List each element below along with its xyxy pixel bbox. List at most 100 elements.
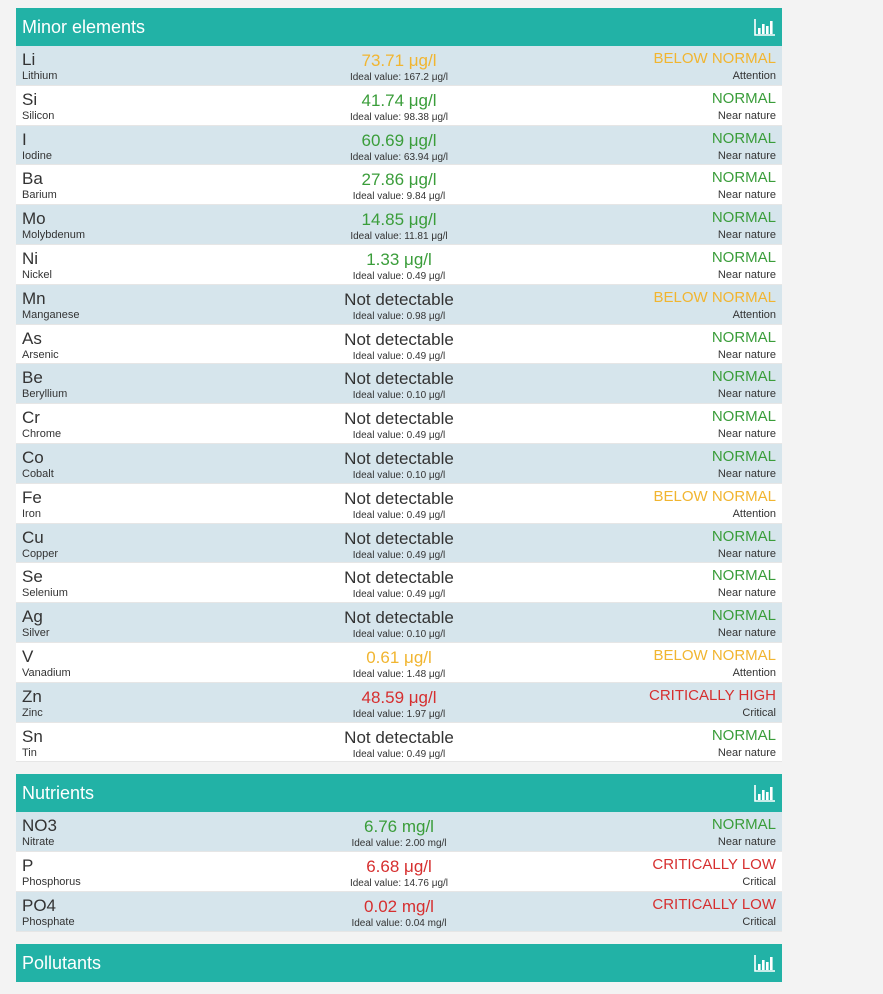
element-name: Tin bbox=[22, 746, 37, 759]
element-name: Cobalt bbox=[22, 467, 54, 480]
measured-value: 48.59 μg/l bbox=[361, 687, 437, 707]
element-name: Phosphate bbox=[22, 915, 75, 928]
table-row[interactable]: I Iodine 60.69 μg/l Ideal value: 63.94 μg/l… bbox=[16, 125, 782, 166]
ideal-value: Ideal value: 0.49 μg/l bbox=[352, 350, 446, 362]
ideal-value: Ideal value: 0.49 μg/l bbox=[352, 748, 446, 760]
element-symbol: Mn bbox=[22, 288, 46, 308]
measured-value: 0.02 mg/l bbox=[364, 896, 434, 916]
status-note: Near nature bbox=[717, 587, 776, 600]
element-symbol: Ag bbox=[22, 607, 43, 627]
status-label: NORMAL bbox=[711, 607, 776, 625]
element-symbol: NO3 bbox=[22, 816, 57, 836]
measured-value: 60.69 μg/l bbox=[361, 130, 437, 150]
table-row[interactable]: Ni Nickel 1.33 μg/l Ideal value: 0.49 μg/l N… bbox=[16, 244, 782, 285]
status-label: NORMAL bbox=[711, 447, 776, 465]
status-note: Near nature bbox=[717, 547, 776, 560]
element-symbol: As bbox=[22, 328, 42, 348]
status-label: NORMAL bbox=[711, 726, 776, 744]
table-row[interactable]: Ag Silver Not detectable Ideal value: 0.10 … bbox=[16, 603, 782, 643]
ideal-value: Ideal value: 0.49 μg/l bbox=[352, 589, 446, 601]
bar-chart-icon[interactable] bbox=[754, 954, 776, 972]
ideal-value: Ideal value: 11.81 μg/l bbox=[350, 231, 448, 243]
ideal-value: Ideal value: 2.00 mg/l bbox=[351, 838, 447, 850]
table-row[interactable]: PO4 Phosphate 0.02 mg/l Ideal value: 0.04 m… bbox=[16, 891, 782, 932]
element-symbol: Si bbox=[22, 89, 38, 109]
bar-chart-icon[interactable] bbox=[754, 18, 776, 36]
status-label: NORMAL bbox=[711, 248, 776, 266]
measured-value: Not detectable bbox=[344, 329, 454, 349]
element-symbol: Ba bbox=[22, 169, 43, 189]
status-label: CRITICALLY HIGH bbox=[649, 686, 776, 704]
measured-value: Not detectable bbox=[344, 289, 454, 309]
status-note: Near nature bbox=[717, 268, 776, 281]
measured-value: 41.74 μg/l bbox=[361, 90, 437, 110]
element-name: Zinc bbox=[22, 706, 43, 719]
status-note: Near nature bbox=[717, 836, 776, 849]
status-label: NORMAL bbox=[711, 209, 776, 227]
ideal-value: Ideal value: 0.49 μg/l bbox=[352, 270, 446, 282]
table-row[interactable]: NO3 Nitrate 6.76 mg/l Ideal value: 2.00 mg/… bbox=[16, 812, 782, 853]
table-row[interactable]: Mo Molybdenum 14.85 μg/l Ideal value: 11.81… bbox=[16, 205, 782, 245]
ideal-value: Ideal value: 1.48 μg/l bbox=[352, 668, 446, 680]
bar-chart-icon[interactable] bbox=[754, 784, 776, 803]
measured-value: 27.86 μg/l bbox=[361, 170, 437, 190]
ideal-value: Ideal value: 63.94 μg/l bbox=[349, 151, 449, 163]
measured-value: Not detectable bbox=[344, 528, 454, 548]
section-header: Minor elements bbox=[16, 8, 782, 46]
status-label: BELOW NORMAL bbox=[653, 50, 776, 67]
table-row[interactable]: Li Lithium 73.71 μg/l Ideal value: 167.2 μg… bbox=[16, 46, 782, 86]
element-name: Molybdenum bbox=[22, 229, 85, 242]
element-symbol: Fe bbox=[22, 487, 42, 507]
element-symbol: Ni bbox=[22, 248, 39, 268]
table-row[interactable]: Si Silicon 41.74 μg/l Ideal value: 98.38 μg… bbox=[16, 85, 782, 126]
table-row[interactable]: Fe Iron Not detectable Ideal value: 0.49 μg… bbox=[16, 483, 782, 524]
ideal-value: Ideal value: 0.04 mg/l bbox=[351, 917, 447, 929]
status-label: NORMAL bbox=[711, 567, 776, 585]
status-note: Attention bbox=[732, 308, 776, 321]
table-row[interactable]: As Arsenic Not detectable Ideal value: 0.49… bbox=[16, 324, 782, 365]
element-name: Iron bbox=[22, 507, 41, 520]
element-name: Vanadium bbox=[22, 666, 71, 679]
element-name: Barium bbox=[22, 189, 57, 202]
table-row[interactable]: V Vanadium 0.61 μg/l Ideal value: 1.48 μg/l… bbox=[16, 642, 782, 683]
table-row[interactable]: Se Selenium Not detectable Ideal value: 0.4… bbox=[16, 563, 782, 604]
status-note: Near nature bbox=[717, 229, 776, 242]
section-minor-elements: Minor elements Li Lithium 73.71 μg/l Ideal v… bbox=[16, 8, 782, 763]
table-row[interactable]: Co Cobalt Not detectable Ideal value: 0.10 … bbox=[16, 443, 782, 484]
element-symbol: V bbox=[22, 646, 34, 666]
status-label: CRITICALLY LOW bbox=[652, 856, 776, 874]
status-label: BELOW NORMAL bbox=[653, 487, 776, 505]
ideal-value: Ideal value: 0.98 μg/l bbox=[352, 310, 446, 322]
element-name: Arsenic bbox=[22, 348, 59, 361]
table-row[interactable]: Zn Zinc 48.59 μg/l Ideal value: 1.97 μg/l CR… bbox=[16, 682, 782, 723]
element-name: Copper bbox=[22, 547, 59, 560]
status-note: Near nature bbox=[717, 428, 776, 441]
element-name: Nitrate bbox=[22, 836, 55, 849]
measured-value: 6.76 mg/l bbox=[364, 817, 434, 837]
table-row[interactable]: Cu Copper Not detectable Ideal value: 0.49 … bbox=[16, 523, 782, 564]
status-label: BELOW NORMAL bbox=[653, 288, 776, 306]
element-symbol: Cr bbox=[22, 408, 40, 428]
table-row[interactable]: Ba Barium 27.86 μg/l Ideal value: 9.84 μg/l… bbox=[16, 165, 782, 206]
measured-value: 1.33 μg/l bbox=[366, 249, 432, 269]
element-symbol: Be bbox=[22, 368, 43, 388]
element-symbol: I bbox=[22, 129, 27, 149]
table-row[interactable]: Cr Chrome Not detectable Ideal value: 0.49 … bbox=[16, 404, 782, 444]
section-header: Nutrients bbox=[16, 774, 782, 813]
table-row[interactable]: P Phosphorus 6.68 μg/l Ideal value: 14.76 μ… bbox=[16, 852, 782, 892]
element-name: Chrome bbox=[22, 428, 62, 441]
status-note: Critical bbox=[742, 876, 776, 889]
element-name: Lithium bbox=[22, 70, 58, 82]
measured-value: Not detectable bbox=[344, 568, 454, 588]
status-label: NORMAL bbox=[711, 368, 776, 386]
element-symbol: Sn bbox=[22, 726, 43, 746]
table-row[interactable]: Mn Manganese Not detectable Ideal value: 0.… bbox=[16, 284, 782, 325]
section-title: Pollutants bbox=[22, 952, 102, 973]
table-row[interactable]: Be Beryllium Not detectable Ideal value: 0.… bbox=[16, 364, 782, 405]
measured-value: 6.68 μg/l bbox=[366, 857, 432, 877]
element-symbol: Li bbox=[22, 50, 36, 69]
ideal-value: Ideal value: 0.10 μg/l bbox=[352, 390, 446, 402]
status-note: Critical bbox=[742, 915, 776, 928]
measured-value: Not detectable bbox=[344, 369, 454, 389]
table-row[interactable]: Sn Tin Not detectable Ideal value: 0.49 μg/… bbox=[16, 722, 782, 763]
